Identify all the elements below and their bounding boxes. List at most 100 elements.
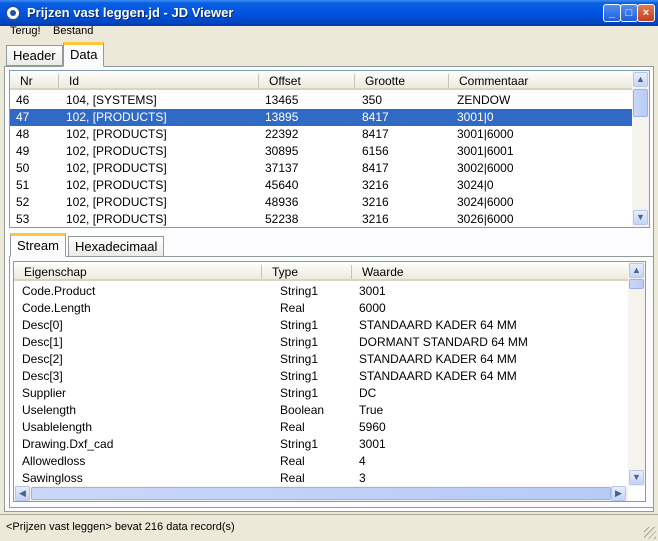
col-property[interactable]: Eigenschap bbox=[14, 265, 261, 279]
status-text: <Prijzen vast leggen> bevat 216 data rec… bbox=[6, 521, 235, 533]
cell-type: Real bbox=[280, 420, 305, 434]
properties-vscroll[interactable]: ▲ ▼ bbox=[628, 262, 645, 486]
cell-offset: 48936 bbox=[265, 195, 299, 209]
cell-value: True bbox=[359, 403, 384, 417]
cell-value: 3001 bbox=[359, 437, 386, 451]
cell-size: 8417 bbox=[362, 110, 389, 124]
col-type[interactable]: Type bbox=[261, 265, 351, 279]
table-row[interactable]: 46 104, [SYSTEMS] 13465 350 ZENDOW bbox=[10, 92, 632, 109]
cell-name: Supplier bbox=[22, 386, 67, 400]
tab-data[interactable]: Data bbox=[63, 42, 105, 67]
maximize-button[interactable]: □ bbox=[620, 4, 638, 22]
list-item[interactable]: Allowedloss Real 4 bbox=[14, 453, 628, 470]
cell-name: Desc[3] bbox=[22, 369, 63, 383]
table-row[interactable]: 53 102, [PRODUCTS] 52238 3216 3026|6000 bbox=[10, 211, 632, 227]
cell-nr: 51 bbox=[16, 178, 30, 192]
cell-type: String1 bbox=[280, 318, 319, 332]
col-size[interactable]: Grootte bbox=[354, 74, 448, 88]
scroll-down-icon[interactable]: ▼ bbox=[629, 470, 644, 485]
cell-value: DORMANT STANDARD 64 MM bbox=[359, 335, 528, 349]
list-item[interactable]: Supplier String1 DC bbox=[14, 385, 628, 402]
cell-value: STANDAARD KADER 64 MM bbox=[359, 318, 517, 332]
cell-type: String1 bbox=[280, 437, 319, 451]
table-row[interactable]: 48 102, [PRODUCTS] 22392 8417 3001|6000 bbox=[10, 126, 632, 143]
cell-name: Usablelength bbox=[22, 420, 93, 434]
cell-id: 102, [PRODUCTS] bbox=[66, 178, 167, 192]
cell-name: Drawing.Dxf_cad bbox=[22, 437, 114, 451]
list-item[interactable]: Usablelength Real 5960 bbox=[14, 419, 628, 436]
cell-id: 102, [PRODUCTS] bbox=[66, 212, 167, 226]
col-offset[interactable]: Offset bbox=[258, 74, 354, 88]
records-vscroll[interactable]: ▲ ▼ bbox=[632, 71, 649, 227]
properties-vscroll-thumb[interactable] bbox=[629, 279, 644, 289]
cell-type: Real bbox=[280, 301, 305, 315]
menu-back[interactable]: Terug! bbox=[10, 25, 41, 37]
properties-header: Eigenschap Type Waarde bbox=[14, 262, 628, 281]
cell-comment: 3001|0 bbox=[457, 110, 494, 124]
cell-nr: 49 bbox=[16, 144, 30, 158]
list-item[interactable]: Sawingloss Real 3 bbox=[14, 470, 628, 487]
cell-id: 104, [SYSTEMS] bbox=[66, 93, 157, 107]
list-item[interactable]: Desc[3] String1 STANDAARD KADER 64 MM bbox=[14, 368, 628, 385]
cell-comment: ZENDOW bbox=[457, 93, 511, 107]
properties-hscroll[interactable]: ◀ ▶ bbox=[14, 486, 628, 501]
scroll-right-icon[interactable]: ▶ bbox=[611, 486, 626, 501]
tab-stream[interactable]: Stream bbox=[10, 233, 66, 257]
cell-comment: 3024|0 bbox=[457, 178, 494, 192]
table-row[interactable]: 51 102, [PRODUCTS] 45640 3216 3024|0 bbox=[10, 177, 632, 194]
col-comment[interactable]: Commentaar bbox=[448, 74, 632, 88]
cell-size: 3216 bbox=[362, 212, 389, 226]
list-item[interactable]: Desc[0] String1 STANDAARD KADER 64 MM bbox=[14, 317, 628, 334]
close-button[interactable]: × bbox=[637, 4, 655, 22]
cell-id: 102, [PRODUCTS] bbox=[66, 195, 167, 209]
table-row[interactable]: 49 102, [PRODUCTS] 30895 6156 3001|6001 bbox=[10, 143, 632, 160]
window-title: Prijzen vast leggen.jd - JD Viewer bbox=[27, 5, 234, 20]
cell-value: STANDAARD KADER 64 MM bbox=[359, 352, 517, 366]
cell-offset: 13465 bbox=[265, 93, 299, 107]
cell-offset: 30895 bbox=[265, 144, 299, 158]
cell-name: Uselength bbox=[22, 403, 77, 417]
list-item[interactable]: Drawing.Dxf_cad String1 3001 bbox=[14, 436, 628, 453]
list-item[interactable]: Desc[2] String1 STANDAARD KADER 64 MM bbox=[14, 351, 628, 368]
col-value[interactable]: Waarde bbox=[351, 265, 628, 279]
title-bar[interactable]: Prijzen vast leggen.jd - JD Viewer _ □ × bbox=[0, 0, 658, 26]
cell-type: String1 bbox=[280, 335, 319, 349]
menu-file[interactable]: Bestand bbox=[53, 25, 93, 37]
records-scroll-thumb[interactable] bbox=[633, 89, 648, 117]
cell-type: String1 bbox=[280, 352, 319, 366]
col-id[interactable]: Id bbox=[58, 74, 258, 88]
list-item[interactable]: Desc[1] String1 DORMANT STANDARD 64 MM bbox=[14, 334, 628, 351]
tab-hexadecimal[interactable]: Hexadecimaal bbox=[68, 236, 165, 257]
resize-grip-icon[interactable] bbox=[644, 527, 656, 539]
cell-nr: 48 bbox=[16, 127, 30, 141]
cell-value: DC bbox=[359, 386, 377, 400]
list-item[interactable]: Uselength Boolean True bbox=[14, 402, 628, 419]
cell-type: Real bbox=[280, 454, 305, 468]
minimize-button[interactable]: _ bbox=[603, 4, 621, 22]
cell-id: 102, [PRODUCTS] bbox=[66, 144, 167, 158]
tab-header[interactable]: Header bbox=[6, 45, 63, 66]
scroll-up-icon[interactable]: ▲ bbox=[633, 72, 648, 87]
scroll-left-icon[interactable]: ◀ bbox=[15, 486, 30, 501]
cell-nr: 52 bbox=[16, 195, 30, 209]
table-row[interactable]: 52 102, [PRODUCTS] 48936 3216 3024|6000 bbox=[10, 194, 632, 211]
col-nr[interactable]: Nr bbox=[10, 74, 58, 88]
cell-comment: 3024|6000 bbox=[457, 195, 514, 209]
menu-bar: Terug! Bestand bbox=[0, 24, 658, 40]
cell-value: 3 bbox=[359, 471, 366, 485]
cell-name: Sawingloss bbox=[22, 471, 83, 485]
scroll-down-icon[interactable]: ▼ bbox=[633, 210, 648, 225]
table-row[interactable]: 47 102, [PRODUCTS] 13895 8417 3001|0 bbox=[10, 109, 632, 126]
cell-value: STANDAARD KADER 64 MM bbox=[359, 369, 517, 383]
cell-size: 8417 bbox=[362, 127, 389, 141]
list-item[interactable]: Code.Length Real 6000 bbox=[14, 300, 628, 317]
cell-size: 8417 bbox=[362, 161, 389, 175]
properties-hscroll-thumb[interactable] bbox=[31, 487, 611, 500]
cell-nr: 46 bbox=[16, 93, 30, 107]
cell-value: 3001 bbox=[359, 284, 386, 298]
scroll-up-icon[interactable]: ▲ bbox=[629, 263, 644, 278]
cell-value: 5960 bbox=[359, 420, 386, 434]
cell-type: String1 bbox=[280, 386, 319, 400]
table-row[interactable]: 50 102, [PRODUCTS] 37137 8417 3002|6000 bbox=[10, 160, 632, 177]
list-item[interactable]: Code.Product String1 3001 bbox=[14, 283, 628, 300]
